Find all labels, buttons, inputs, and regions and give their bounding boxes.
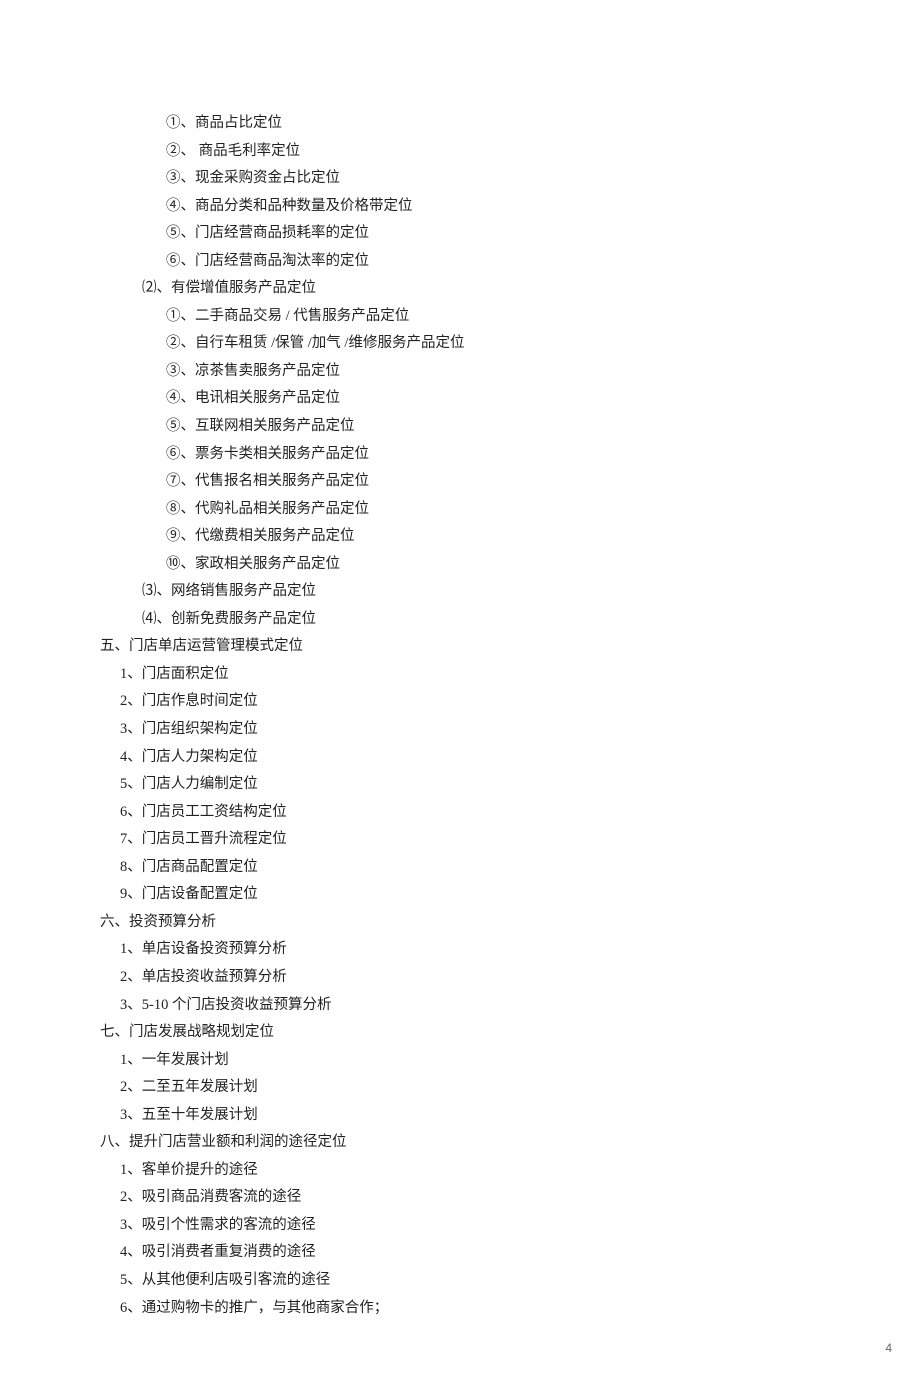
outline-item: ⑥、票务卡类相关服务产品定位 — [166, 441, 840, 469]
outline-item: ⑥、门店经营商品淘汰率的定位 — [166, 248, 840, 276]
outline-item: ①、二手商品交易 / 代售服务产品定位 — [166, 303, 840, 331]
outline-item: ⑩、家政相关服务产品定位 — [166, 551, 840, 579]
outline-item: 3、五至十年发展计划 — [120, 1102, 840, 1130]
outline-item: ⑷、创新免费服务产品定位 — [142, 606, 840, 634]
outline-item: ③、现金采购资金占比定位 — [166, 165, 840, 193]
outline-item: 7、门店员工晋升流程定位 — [120, 826, 840, 854]
outline-item: ⑧、代购礼品相关服务产品定位 — [166, 496, 840, 524]
outline-item: 2、二至五年发展计划 — [120, 1074, 840, 1102]
outline-item: ④、电讯相关服务产品定位 — [166, 385, 840, 413]
outline-item: ②、 商品毛利率定位 — [166, 138, 840, 166]
outline-item: 6、通过购物卡的推广，与其他商家合作； — [120, 1295, 840, 1323]
outline-item: ⑦、代售报名相关服务产品定位 — [166, 468, 840, 496]
outline-item: 4、吸引消费者重复消费的途径 — [120, 1239, 840, 1267]
outline-item: ⑵、有偿增值服务产品定位 — [142, 275, 840, 303]
outline-item: 4、门店人力架构定位 — [120, 744, 840, 772]
outline-item: 3、门店组织架构定位 — [120, 716, 840, 744]
outline-item: ⑶、网络销售服务产品定位 — [142, 578, 840, 606]
document-page: ①、商品占比定位②、 商品毛利率定位③、现金采购资金占比定位④、商品分类和品种数… — [0, 0, 920, 1382]
outline-item: 2、吸引商品消费客流的途径 — [120, 1184, 840, 1212]
outline-item: ⑤、互联网相关服务产品定位 — [166, 413, 840, 441]
outline-item: 1、单店设备投资预算分析 — [120, 936, 840, 964]
outline-item: ④、商品分类和品种数量及价格带定位 — [166, 193, 840, 221]
outline-item: 2、单店投资收益预算分析 — [120, 964, 840, 992]
outline-item: 1、门店面积定位 — [120, 661, 840, 689]
outline-item: 1、客单价提升的途径 — [120, 1157, 840, 1185]
outline-list: ①、商品占比定位②、 商品毛利率定位③、现金采购资金占比定位④、商品分类和品种数… — [100, 110, 840, 1322]
outline-item: 3、吸引个性需求的客流的途径 — [120, 1212, 840, 1240]
outline-item: 5、从其他便利店吸引客流的途径 — [120, 1267, 840, 1295]
outline-item: 1、一年发展计划 — [120, 1047, 840, 1075]
outline-item: ①、商品占比定位 — [166, 110, 840, 138]
outline-item: ②、自行车租赁 /保管 /加气 /维修服务产品定位 — [166, 330, 840, 358]
outline-item: 6、门店员工工资结构定位 — [120, 799, 840, 827]
outline-item: 六、投资预算分析 — [100, 909, 840, 937]
outline-item: 9、门店设备配置定位 — [120, 881, 840, 909]
page-number: 4 — [885, 1337, 892, 1360]
outline-item: 2、门店作息时间定位 — [120, 688, 840, 716]
outline-item: ③、凉茶售卖服务产品定位 — [166, 358, 840, 386]
outline-item: ⑤、门店经营商品损耗率的定位 — [166, 220, 840, 248]
outline-item: 3、5-10 个门店投资收益预算分析 — [120, 992, 840, 1020]
outline-item: 5、门店人力编制定位 — [120, 771, 840, 799]
outline-item: ⑨、代缴费相关服务产品定位 — [166, 523, 840, 551]
outline-item: 八、提升门店营业额和利润的途径定位 — [100, 1129, 840, 1157]
outline-item: 七、门店发展战略规划定位 — [100, 1019, 840, 1047]
outline-item: 8、门店商品配置定位 — [120, 854, 840, 882]
outline-item: 五、门店单店运营管理模式定位 — [100, 633, 840, 661]
